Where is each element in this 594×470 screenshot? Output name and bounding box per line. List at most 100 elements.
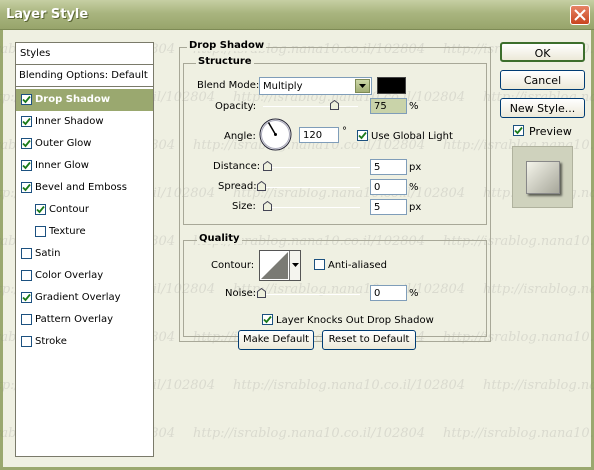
- structure-title: Structure: [196, 56, 254, 67]
- title-bar[interactable]: Layer Style: [0, 0, 594, 30]
- drop-shadow-title: Drop Shadow: [187, 40, 267, 51]
- blend-mode-select[interactable]: Multiply: [259, 77, 372, 95]
- shadow-color-swatch[interactable]: [377, 77, 406, 94]
- angle-unit: °: [342, 126, 347, 137]
- reset-to-default-button[interactable]: Reset to Default: [322, 330, 416, 350]
- style-item-checkbox[interactable]: [21, 270, 32, 281]
- watermark-text: http://israblog.nana10.co.il/102804: [193, 426, 426, 441]
- anti-aliased-check[interactable]: [314, 259, 325, 270]
- styles-list: Styles Blending Options: Default Drop Sh…: [15, 42, 154, 457]
- angle-dial[interactable]: [259, 118, 292, 151]
- preview-thumbnail: [512, 146, 573, 208]
- knockout-label[interactable]: Layer Knocks Out Drop Shadow: [276, 315, 434, 326]
- cancel-button[interactable]: Cancel: [500, 70, 585, 90]
- anti-aliased-checkbox[interactable]: [314, 259, 325, 273]
- use-global-light-checkbox[interactable]: [357, 130, 368, 144]
- size-label: Size:: [232, 201, 256, 212]
- anti-aliased-label[interactable]: Anti-aliased: [328, 260, 387, 271]
- distance-slider-thumb[interactable]: [262, 160, 272, 171]
- spread-unit: %: [409, 182, 419, 193]
- noise-slider-thumb[interactable]: [257, 287, 266, 298]
- contour-picker[interactable]: [259, 250, 301, 281]
- opacity-track[interactable]: [263, 106, 358, 107]
- noise-input[interactable]: 0: [370, 285, 407, 301]
- spread-input[interactable]: 0: [370, 179, 407, 195]
- distance-label: Distance:: [213, 161, 261, 172]
- preview-checkbox[interactable]: [513, 125, 524, 139]
- quality-title: Quality: [197, 233, 242, 244]
- use-global-light-check[interactable]: [357, 130, 368, 141]
- style-item[interactable]: Texture: [16, 221, 153, 243]
- style-item[interactable]: Drop Shadow: [16, 89, 153, 111]
- style-item[interactable]: Color Overlay: [16, 265, 153, 287]
- style-item-label: Drop Shadow: [35, 94, 111, 105]
- dialog-client: http://israblog.nana10.co.il/102804 http:…: [0, 30, 594, 470]
- chevron-down-icon[interactable]: [355, 79, 370, 93]
- ok-button[interactable]: OK: [500, 42, 585, 62]
- use-global-light-label[interactable]: Use Global Light: [371, 131, 453, 142]
- watermark-text: http://israblog.nana10.co.il/102804: [233, 378, 466, 393]
- close-icon[interactable]: [570, 5, 590, 25]
- new-style-button[interactable]: New Style...: [500, 98, 585, 118]
- spread-label: Spread:: [218, 181, 257, 192]
- distance-track[interactable]: [265, 167, 360, 168]
- size-input[interactable]: 5: [370, 199, 407, 215]
- blending-options[interactable]: Blending Options: Default: [16, 65, 153, 87]
- preview-label[interactable]: Preview: [529, 125, 572, 138]
- preview-check[interactable]: [513, 125, 524, 136]
- style-item-checkbox[interactable]: [21, 94, 32, 105]
- style-item[interactable]: Stroke: [16, 331, 153, 353]
- knockout-check[interactable]: [262, 314, 273, 325]
- style-item-label: Outer Glow: [35, 138, 92, 149]
- noise-unit: %: [409, 288, 419, 299]
- style-item-checkbox[interactable]: [35, 226, 46, 237]
- style-item-checkbox[interactable]: [21, 314, 32, 325]
- style-item-label: Stroke: [35, 336, 67, 347]
- style-item-checkbox[interactable]: [21, 160, 32, 171]
- contour-label: Contour:: [211, 260, 255, 271]
- opacity-unit: %: [409, 101, 419, 112]
- opacity-input[interactable]: 75: [370, 98, 407, 114]
- style-item-checkbox[interactable]: [35, 204, 46, 215]
- style-item-checkbox[interactable]: [21, 182, 32, 193]
- size-slider-thumb[interactable]: [262, 200, 272, 211]
- style-item-label: Texture: [49, 226, 86, 237]
- knockout-checkbox[interactable]: [262, 314, 273, 328]
- spread-slider-thumb[interactable]: [257, 180, 266, 191]
- noise-track[interactable]: [261, 294, 360, 295]
- style-item-checkbox[interactable]: [21, 292, 32, 303]
- distance-input[interactable]: 5: [370, 159, 407, 175]
- chevron-down-icon[interactable]: [289, 251, 300, 280]
- opacity-label: Opacity:: [215, 101, 257, 112]
- style-item-label: Gradient Overlay: [35, 292, 121, 303]
- make-default-button[interactable]: Make Default: [238, 330, 314, 350]
- style-item[interactable]: Bevel and Emboss: [16, 177, 153, 199]
- size-track[interactable]: [265, 207, 360, 208]
- style-item[interactable]: Pattern Overlay: [16, 309, 153, 331]
- style-item-checkbox[interactable]: [21, 116, 32, 127]
- style-item[interactable]: Contour: [16, 199, 153, 221]
- blend-mode-label: Blend Mode:: [197, 80, 260, 91]
- style-item-label: Contour: [49, 204, 89, 215]
- blend-mode-value: Multiply: [263, 81, 303, 92]
- style-item[interactable]: Inner Shadow: [16, 111, 153, 133]
- watermark-text: http://israblog.nana10.co.il/102804: [483, 282, 594, 297]
- style-item-label: Inner Shadow: [35, 116, 104, 127]
- styles-header[interactable]: Styles: [16, 43, 153, 65]
- style-item[interactable]: Inner Glow: [16, 155, 153, 177]
- style-item-checkbox[interactable]: [21, 138, 32, 149]
- style-item[interactable]: Gradient Overlay: [16, 287, 153, 309]
- style-item-label: Color Overlay: [35, 270, 104, 281]
- style-item-checkbox[interactable]: [21, 336, 32, 347]
- style-item-checkbox[interactable]: [21, 248, 32, 259]
- size-unit: px: [409, 202, 422, 213]
- angle-input[interactable]: 120: [299, 127, 339, 143]
- style-item[interactable]: Outer Glow: [16, 133, 153, 155]
- style-item-label: Pattern Overlay: [35, 314, 114, 325]
- spread-track[interactable]: [261, 187, 360, 188]
- opacity-slider-thumb[interactable]: [330, 99, 340, 110]
- noise-label: Noise:: [225, 288, 257, 299]
- watermark-text: http://israblog.nana10.co.il/102804: [483, 378, 594, 393]
- style-item[interactable]: Satin: [16, 243, 153, 265]
- preview-swatch: [526, 161, 560, 194]
